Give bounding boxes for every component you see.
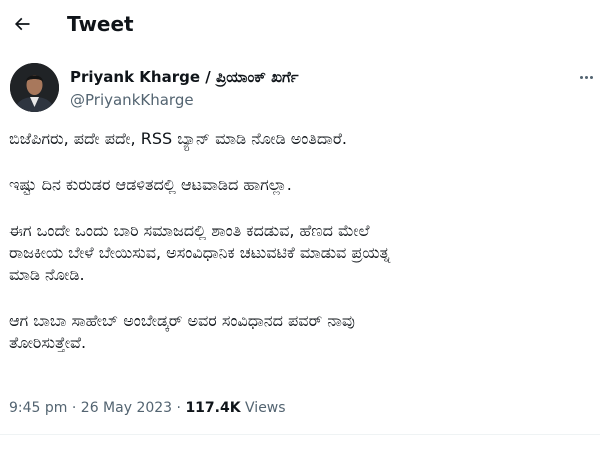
- tweet-text: ಬಿಜೆಪಿಗರು, ಪದೇ ಪದೇ, RSS ಬ್ಯಾನ್ ಮಾಡಿ ನೋಡಿ…: [9, 128, 594, 354]
- tweet-time[interactable]: 9:45 pm: [9, 400, 67, 416]
- views-count: 117.4K: [185, 400, 241, 416]
- author-handle[interactable]: @PriyankKharge: [70, 91, 194, 109]
- author-name[interactable]: Priyank Kharge / ಪ್ರಿಯಾಂಕ್ ಖರ್ಗೆ: [70, 68, 298, 86]
- tweet-date[interactable]: 26 May 2023: [81, 400, 172, 416]
- back-button[interactable]: [6, 8, 38, 40]
- meta-separator: ·: [67, 400, 81, 416]
- tweet-meta: 9:45 pm · 26 May 2023 · 117.4K Views: [9, 400, 286, 416]
- arrow-left-icon: [14, 17, 30, 31]
- page-title: Tweet: [67, 12, 134, 36]
- more-options-button[interactable]: [574, 68, 598, 86]
- tweet-paragraph: ಆಗ ಬಾಬಾ ಸಾಹೇಬ್ ಅಂಬೇಡ್ಕರ್ ಅವರ ಸಂವಿಧಾನದ ಪವ…: [9, 311, 355, 352]
- divider: [0, 434, 600, 435]
- more-horizontal-icon: [579, 75, 583, 79]
- tweet-paragraph: ಬಿಜೆಪಿಗರು, ಪದೇ ಪದೇ, RSS ಬ್ಯಾನ್ ಮಾಡಿ ನೋಡಿ…: [9, 129, 348, 148]
- tweet-paragraph: ಇಷ್ಟು ದಿನ ಕುರುಡರ ಆಡಳಿತದಲ್ಲಿ ಆಟವಾಡಿದ ಹಾಗಲ…: [9, 175, 292, 194]
- tweet-paragraph: ಈಗ ಒಂದೇ ಒಂದು ಬಾರಿ ಸಮಾಜದಲ್ಲಿ ಶಾಂತಿ ಕದಡುವ,…: [9, 221, 391, 284]
- views-label: Views: [240, 400, 286, 416]
- top-bar: Tweet: [0, 0, 600, 50]
- avatar[interactable]: [10, 63, 59, 112]
- more-horizontal-icon: [584, 75, 588, 79]
- profile-photo: [10, 63, 59, 112]
- meta-separator: ·: [172, 400, 186, 416]
- more-horizontal-icon: [589, 75, 593, 79]
